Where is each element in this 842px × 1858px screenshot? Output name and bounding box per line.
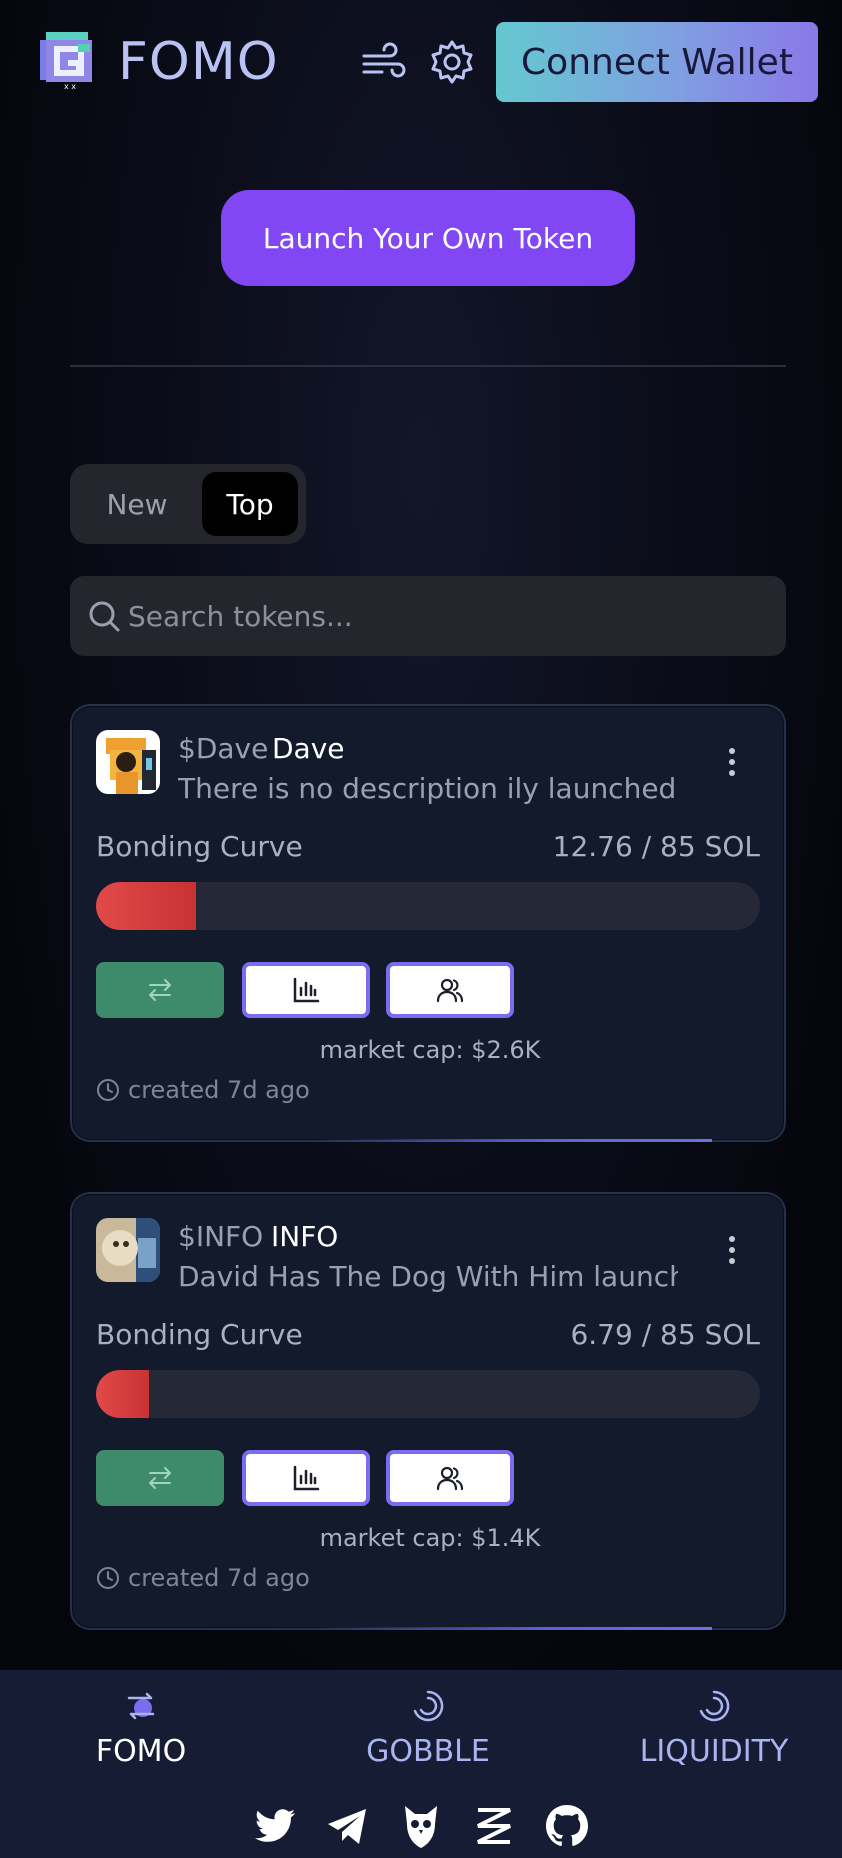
created-time: created 7d ago [96, 1564, 310, 1592]
more-options-icon[interactable] [726, 1234, 738, 1266]
brand-title: FOMO [118, 32, 279, 92]
social-links [0, 1802, 842, 1854]
header: x x FOMO Connect Wallet [0, 0, 842, 124]
swap-button[interactable] [96, 1450, 224, 1506]
search-bar [70, 576, 786, 656]
bonding-progress-bar [96, 1370, 760, 1418]
sort-toggle: New Top [70, 464, 306, 544]
bonding-curve-label: Bonding Curve [96, 1318, 303, 1351]
bonding-curve-value: 6.79 / 85 SOL [570, 1318, 760, 1351]
holders-button[interactable] [386, 962, 514, 1018]
users-icon [436, 1466, 464, 1491]
swap-arrows-icon [149, 979, 171, 1001]
github-icon[interactable] [543, 1802, 591, 1850]
nav-item-gobble[interactable]: GOBBLE [328, 1688, 528, 1769]
card-accent-line [312, 1139, 712, 1142]
search-icon [89, 601, 120, 632]
connect-wallet-button[interactable]: Connect Wallet [496, 22, 818, 102]
token-name: Dave [272, 732, 345, 765]
bonding-progress-bar [96, 882, 760, 930]
market-cap: market cap: $2.6K [319, 1036, 541, 1064]
spinner-icon [699, 1690, 730, 1722]
market-cap: market cap: $1.4K [319, 1524, 541, 1552]
clock-icon [97, 1079, 119, 1101]
bottom-nav: FOMO GOBBLE LIQUIDITY [0, 1670, 842, 1858]
token-avatar [96, 1218, 160, 1282]
token-card[interactable]: $INFO INFO David Has The Dog With Him la… [70, 1192, 786, 1630]
owl-icon[interactable] [397, 1802, 445, 1850]
logo-icon[interactable]: x x [40, 30, 98, 90]
svg-text:x x: x x [64, 82, 76, 90]
search-input[interactable] [128, 588, 768, 644]
nav-label-liquidity: LIQUIDITY [639, 1734, 789, 1769]
card-accent-line [312, 1627, 712, 1630]
tab-new[interactable]: New [82, 474, 192, 534]
wind-icon[interactable] [360, 38, 408, 86]
bonding-progress-fill [96, 1370, 150, 1418]
holders-button[interactable] [386, 1450, 514, 1506]
tab-top[interactable]: Top [202, 472, 298, 536]
bonding-curve-value: 12.76 / 85 SOL [552, 830, 760, 863]
nav-item-liquidity[interactable]: LIQUIDITY [614, 1688, 814, 1769]
bar-chart-icon [293, 977, 320, 1003]
created-label: created 7d ago [128, 1076, 310, 1104]
spinner-icon [413, 1690, 444, 1722]
swap-button[interactable] [96, 962, 224, 1018]
twitter-icon[interactable] [251, 1802, 299, 1850]
telegram-icon[interactable] [324, 1802, 372, 1850]
chart-button[interactable] [242, 1450, 370, 1506]
token-description: David Has The Dog With Him launch... [178, 1260, 678, 1293]
swap-planet-icon [127, 1692, 155, 1720]
created-label: created 7d ago [128, 1564, 310, 1592]
divider [70, 365, 786, 367]
users-icon [436, 978, 464, 1003]
launch-token-button[interactable]: Launch Your Own Token [221, 190, 635, 286]
nav-label-gobble: GOBBLE [366, 1734, 490, 1769]
bonding-curve-label: Bonding Curve [96, 830, 303, 863]
clock-icon [97, 1567, 119, 1589]
token-avatar [96, 730, 160, 794]
token-description: There is no description ily launched ... [178, 772, 678, 805]
token-ticker: $INFO [178, 1220, 264, 1253]
created-time: created 7d ago [96, 1076, 310, 1104]
nav-label-fomo: FOMO [95, 1734, 187, 1769]
token-card[interactable]: $Dave Dave There is no description ily l… [70, 704, 786, 1142]
bonding-progress-fill [96, 882, 196, 930]
token-name: INFO [271, 1220, 339, 1253]
nav-item-fomo[interactable]: FOMO [41, 1688, 241, 1769]
dex-icon[interactable] [470, 1802, 518, 1850]
gear-icon[interactable] [428, 38, 476, 86]
swap-arrows-icon [149, 1467, 171, 1489]
chart-button[interactable] [242, 962, 370, 1018]
more-options-icon[interactable] [726, 746, 738, 778]
bar-chart-icon [293, 1465, 320, 1491]
token-ticker: $Dave [178, 732, 269, 765]
